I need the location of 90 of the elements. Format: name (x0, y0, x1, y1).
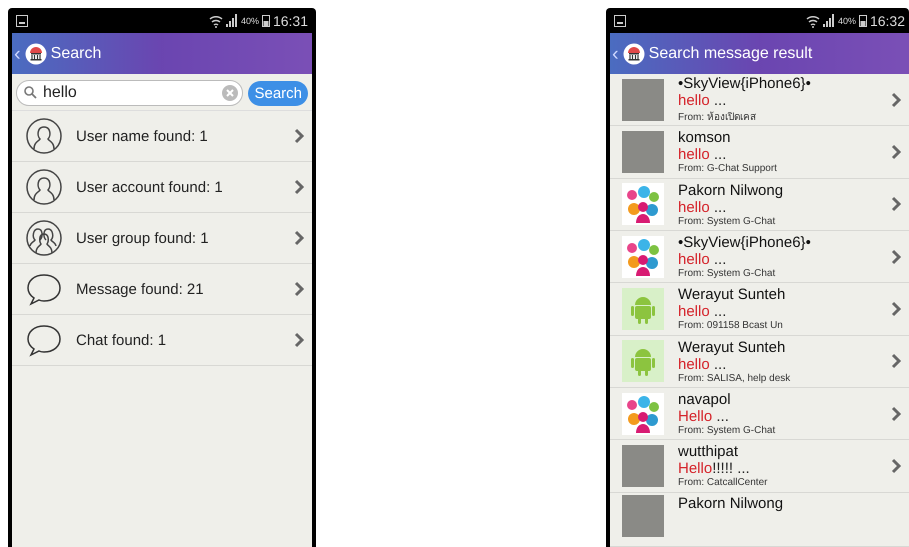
sender-name: komson (678, 129, 732, 146)
wifi-icon (208, 14, 223, 28)
image-icon (614, 14, 626, 26)
sender-name: •SkyView{iPhone6}• (678, 234, 812, 252)
message-row[interactable]: Werayut Sunteh hello ... From: 091158 Bcast Un (610, 283, 909, 336)
sender-name: Pakorn Nilwong (678, 494, 784, 512)
result-label: User group found: 1 (76, 230, 210, 246)
android-robot-icon (622, 288, 664, 330)
message-snippet: Hello!!!!! ... (678, 460, 751, 478)
message-source: From: ห้องเปิดเคส (678, 110, 757, 124)
message-source: From: SALISA, help desk (678, 372, 792, 384)
photo-placeholder (622, 494, 664, 537)
photo-placeholder (622, 130, 664, 173)
search-field[interactable]: hello (16, 80, 244, 106)
sender-name: navapol (678, 391, 732, 408)
chevron-right-icon (294, 332, 304, 348)
sender-name: Werayut Sunteh (678, 338, 786, 356)
building-icon (622, 42, 645, 64)
message-source: From: CatcallCenter (678, 477, 768, 488)
battery-icon (262, 14, 270, 27)
result-row[interactable]: User group found: 1 (12, 213, 312, 264)
message-snippet: hello ... (678, 198, 728, 216)
user-circle-icon (26, 118, 62, 154)
message-row[interactable]: komson hello ... From: G-Chat Support (610, 126, 909, 179)
message-snippet: hello ... (678, 251, 728, 268)
battery-percent: 40% (240, 16, 259, 26)
battery-icon (858, 14, 867, 27)
chevron-right-icon (891, 353, 901, 370)
building-icon (24, 42, 47, 64)
sender-name: •SkyView{iPhone6}• (678, 75, 812, 92)
battery-percent: 40% (838, 16, 856, 26)
message-row[interactable]: Werayut Sunteh hello ... From: SALISA, help desk (610, 336, 909, 388)
chevron-right-icon (294, 179, 304, 195)
chevron-right-icon (891, 406, 901, 422)
result-label: Message found: 21 (76, 280, 205, 298)
people-collage-icon (622, 236, 664, 278)
chevron-right-icon (891, 92, 901, 108)
signal-icon (226, 14, 238, 27)
screen-title: Search message result (648, 44, 812, 62)
chevron-right-icon (891, 458, 901, 474)
message-row[interactable]: Pakorn Nilwong hello ... From: System G-Chat (610, 178, 909, 231)
android-robot-icon (622, 340, 664, 382)
message-row[interactable]: •SkyView{iPhone6}• hello ... From: System G-Chat (610, 230, 909, 284)
chevron-right-icon (891, 196, 901, 212)
message-snippet: hello ... (678, 146, 728, 164)
photo-placeholder (622, 444, 664, 487)
photo-placeholder (622, 78, 664, 121)
chevron-right-icon (294, 230, 304, 246)
chevron-right-icon (891, 144, 901, 160)
signal-icon (822, 14, 835, 27)
back-button[interactable]: ‹ (14, 44, 21, 64)
result-row[interactable]: Message found: 21 (12, 264, 312, 315)
wifi-icon (806, 14, 820, 28)
sender-name: Pakorn Nilwong (678, 182, 784, 199)
message-snippet: hello ... (678, 356, 728, 373)
message-source: From: G-Chat Support (678, 163, 778, 174)
chevron-right-icon (294, 128, 304, 144)
clear-icon (222, 85, 238, 101)
image-icon (16, 14, 28, 26)
sender-name: Werayut Sunteh (678, 286, 786, 304)
screen-title: Search (50, 44, 102, 62)
chevron-right-icon (891, 300, 901, 317)
chevron-right-icon (891, 248, 901, 265)
user-circle-icon (26, 169, 62, 205)
message-source: From: System G-Chat (678, 268, 776, 280)
message-source: From: 091158 Bcast Un (678, 320, 784, 332)
message-source: From: System G-Chat (678, 425, 776, 436)
result-row[interactable]: Chat found: 1 (12, 315, 312, 366)
chevron-right-icon (294, 281, 304, 297)
clock-time: 16:31 (272, 12, 308, 28)
message-snippet: hello ... (678, 303, 728, 320)
result-row[interactable]: User name found: 1 (12, 111, 312, 162)
message-row[interactable]: navapol Hello ... From: System G-Chat (610, 388, 909, 440)
search-icon (24, 86, 37, 99)
people-collage-icon (622, 392, 664, 435)
clock-time: 16:32 (870, 12, 905, 28)
result-label: Chat found: 1 (76, 332, 168, 348)
message-row[interactable]: wutthipat Hello!!!!! ... From: CatcallCenter (610, 440, 909, 493)
user-group-icon (26, 220, 62, 256)
message-row[interactable]: Pakorn Nilwong (610, 492, 909, 547)
sender-name: wutthipat (678, 443, 740, 460)
result-label: User account found: 1 (76, 178, 224, 196)
result-label: User name found: 1 (76, 128, 209, 144)
message-source: From: System G-Chat (678, 216, 776, 227)
message-row[interactable]: •SkyView{iPhone6}• hello ... From: ห้องเปิดเคส (610, 74, 909, 126)
message-snippet: hello ... (678, 92, 728, 110)
result-row[interactable]: User account found: 1 (12, 162, 312, 213)
message-snippet: Hello ... (678, 408, 730, 426)
back-button[interactable]: ‹ (612, 44, 619, 64)
people-collage-icon (622, 183, 664, 226)
